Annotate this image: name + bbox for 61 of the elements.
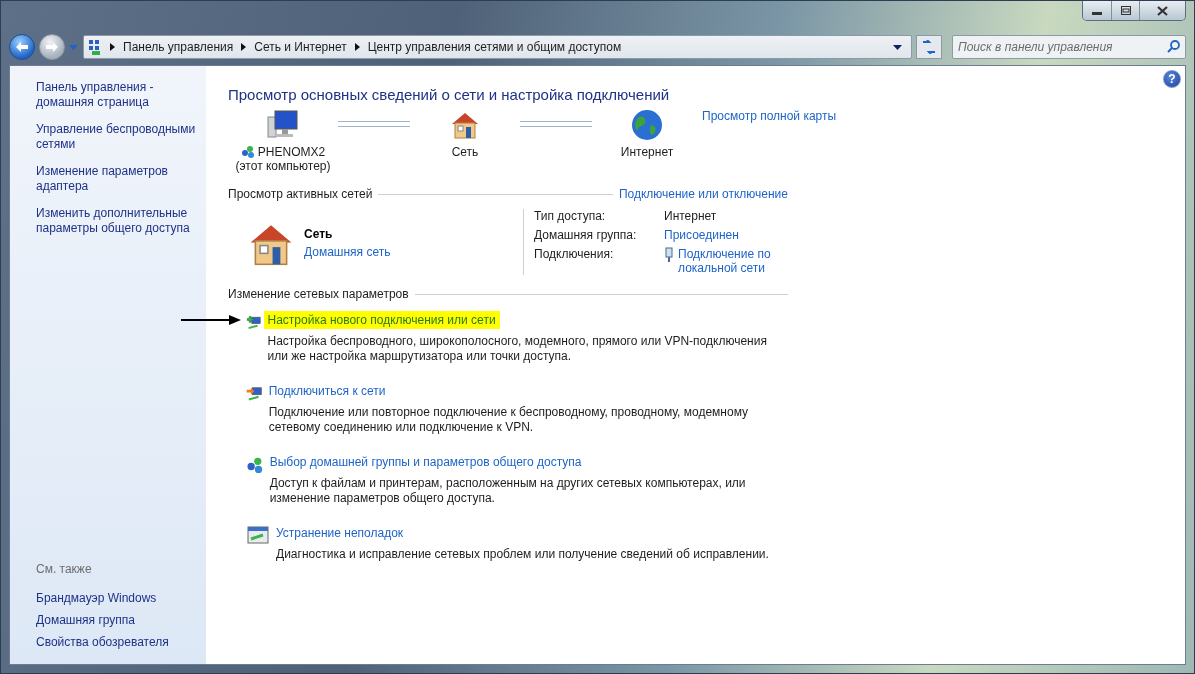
property-value: Интернет [664, 209, 717, 223]
property-label: Тип доступа: [534, 209, 607, 223]
connect-disconnect-link[interactable]: Подключение или отключение [618, 187, 788, 201]
section-heading: Изменение сетевых параметров [228, 287, 409, 301]
property-link[interactable]: Присоединен [664, 228, 739, 242]
search-field[interactable]: Поиск в панели управления [952, 35, 1186, 59]
breadcrumb[interactable]: Сеть и Интернет [252, 40, 349, 54]
forward-button[interactable] [39, 34, 65, 60]
task-description: Настройка беспроводного, широкополосного, модемного, прямого или VPN-подключения или же настройка маршрутизатора или точки доступа. [267, 334, 768, 364]
see-also-link[interactable]: Свойства обозревателя [36, 635, 206, 650]
ethernet-plug-icon [664, 247, 674, 263]
full-map-link[interactable]: Просмотр полной карты [702, 109, 837, 123]
task-link[interactable]: Выбор домашней группы и параметров общего доступа [265, 453, 586, 471]
page-title: Просмотр основных сведений о сети и настройка подключений [228, 86, 671, 103]
connection-line [520, 121, 592, 127]
task-link[interactable]: Устранение неполадок [272, 524, 408, 542]
node-sublabel: (этот компьютер) [235, 159, 331, 173]
address-dropdown[interactable] [893, 44, 903, 50]
help-button[interactable]: ? [1163, 70, 1181, 88]
right-arrow-icon [45, 41, 59, 53]
task-link[interactable]: Подключиться к сети [264, 382, 390, 400]
chevron-icon [354, 43, 360, 51]
connection-link[interactable]: Подключение по локальной сети [678, 247, 788, 275]
back-button[interactable] [9, 34, 35, 60]
address-bar[interactable]: Панель управления Сеть и Интернет Центр управления сетями и общим доступом [83, 35, 912, 59]
maximize-icon [1120, 6, 1131, 15]
chevron-icon [110, 43, 115, 51]
globe-icon [631, 109, 663, 141]
see-also-link[interactable]: Домашняя группа [36, 613, 206, 628]
network-type-link[interactable]: Домашняя сеть [304, 245, 391, 259]
sidebar-link[interactable]: Управление беспроводными сетями [36, 122, 206, 152]
breadcrumb[interactable]: Центр управления сетями и общим доступом [365, 40, 624, 54]
task-description: Доступ к файлам и принтерам, расположенным на других сетевых компьютерах, или изменение параметров общего доступа. [269, 476, 747, 506]
refresh-icon [921, 40, 937, 54]
node-label: Сеть [451, 145, 479, 159]
left-arrow-icon [15, 41, 29, 53]
see-also-link[interactable]: Брандмауэр Windows [36, 591, 206, 606]
property-label: Домашняя группа: [534, 228, 638, 242]
node-label: PHENOMX2 [257, 145, 326, 159]
connection-line [338, 121, 410, 127]
section-heading: Просмотр активных сетей [228, 187, 373, 201]
see-also-heading: См. также [36, 562, 93, 576]
minimize-button[interactable] [1083, 1, 1111, 20]
close-button[interactable] [1139, 1, 1185, 20]
property-label: Подключения: [534, 247, 615, 263]
node-label: Интернет [620, 145, 674, 159]
sidebar-link[interactable]: Панель управления - домашняя страница [36, 80, 206, 110]
computer-icon [266, 109, 300, 141]
task-description: Диагностика и исправление сетевых проблем или получение сведений об исправлении. [276, 547, 769, 562]
close-icon [1157, 5, 1168, 16]
search-icon [1167, 40, 1180, 53]
maximize-button[interactable] [1111, 1, 1139, 20]
task-link[interactable]: Настройка нового подключения или сети [263, 311, 500, 329]
network-icon [240, 145, 255, 159]
refresh-button[interactable] [916, 35, 942, 59]
chevron-icon [241, 43, 247, 51]
sidebar-link[interactable]: Изменение параметров адаптера [36, 164, 206, 194]
sidebar-link[interactable]: Изменить дополнительные параметры общего доступа [36, 206, 206, 236]
task-description: Подключение или повторное подключение к беспроводному, проводному, модемному сетевому соединению или подключение к VPN. [268, 405, 750, 435]
network-name: Сеть [304, 227, 334, 241]
breadcrumb[interactable]: Панель управления [121, 40, 236, 54]
